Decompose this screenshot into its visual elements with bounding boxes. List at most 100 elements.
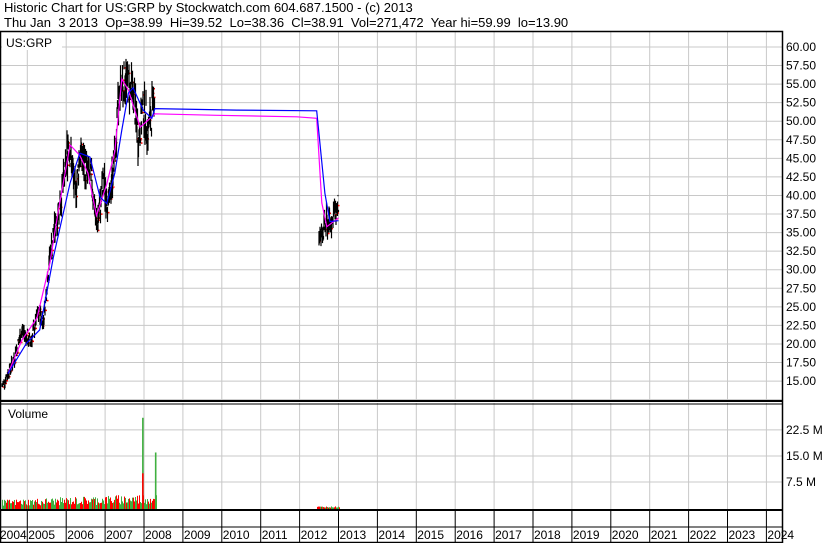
price-tick-label: 25.00 [786, 300, 816, 314]
year-label: 2014 [378, 528, 405, 542]
close-tick [338, 204, 340, 207]
volume-bar [29, 505, 30, 509]
volume-bar [333, 507, 334, 509]
volume-bar [120, 504, 121, 509]
volume-tick-label: 7.5 M [786, 475, 816, 489]
volume-bar [10, 503, 11, 509]
year-label: 2021 [651, 528, 678, 542]
volume-bar [123, 503, 124, 509]
volume-bar [82, 504, 83, 509]
volume-bar [102, 498, 103, 509]
volume-bar [106, 497, 107, 509]
volume-bar [50, 502, 51, 509]
volume-bar [12, 501, 13, 509]
volume-bar [16, 499, 17, 509]
volume-bar [6, 502, 7, 509]
volume-bar [68, 500, 69, 509]
volume-bar [63, 503, 64, 509]
volume-bar [317, 506, 318, 509]
volume-bar [42, 501, 43, 509]
volume-bar [127, 502, 128, 509]
volume-tick-label: 15.0 M [786, 449, 823, 463]
volume-bar [140, 502, 141, 509]
close-tick [47, 299, 49, 302]
volume-bar [90, 502, 91, 509]
volume-bar [103, 500, 104, 509]
volume-bar [14, 499, 15, 509]
price-tick-label: 40.00 [786, 188, 816, 202]
year-label: 2010 [223, 528, 250, 542]
volume-bar [138, 503, 139, 509]
volume-bar [318, 506, 319, 509]
volume-bar [33, 504, 34, 509]
volume-bar [64, 499, 65, 509]
axis-labels: 60.00 57.50 55.00 52.50 50.00 47.50 45.00 42.50… [0, 40, 823, 542]
volume-bar [94, 499, 95, 509]
volume-bar [81, 501, 82, 509]
volume-bar [101, 502, 102, 509]
volume-bar [95, 497, 96, 509]
volume-bar [122, 501, 123, 509]
volume-bar [118, 495, 119, 509]
volume-bar [55, 498, 56, 509]
close-tick [101, 213, 103, 215]
volume-bar [60, 497, 61, 509]
volume-bar [325, 507, 326, 509]
volume-bar [154, 499, 155, 509]
volume-bar [126, 502, 127, 509]
close-tick [91, 173, 93, 176]
volume-bar [70, 498, 71, 509]
volume-bar [329, 507, 330, 509]
volume-bar [41, 500, 42, 509]
volume-bar [335, 506, 336, 509]
volume-bar [121, 496, 122, 509]
volume-bar [91, 498, 92, 509]
volume-tick-label: 22.5 M [786, 423, 823, 437]
volume-bar [108, 495, 109, 509]
price-tick-label: 22.50 [786, 318, 816, 332]
year-label: 2023 [729, 528, 756, 542]
volume-bar [11, 503, 12, 509]
close-tick [45, 309, 47, 312]
volume-bar [49, 502, 50, 509]
price-tick-label: 60.00 [786, 40, 816, 54]
volume-bar [107, 503, 108, 509]
volume-bar [24, 501, 25, 509]
volume-bar [67, 499, 68, 509]
volume-bar [114, 499, 115, 509]
volume-bar [80, 502, 81, 509]
volume-bar [5, 500, 6, 509]
volume-bar [96, 504, 97, 509]
volume-bar [52, 498, 53, 509]
volume-bar [62, 498, 63, 509]
price-tick-label: 17.50 [786, 356, 816, 370]
volume-bar [88, 500, 89, 509]
volume-bar [73, 501, 74, 509]
volume-bar [75, 497, 76, 509]
price-tick-label: 30.00 [786, 263, 816, 277]
year-label: 2008 [145, 528, 172, 542]
volume-bar [59, 505, 60, 509]
volume-bar [27, 505, 28, 509]
volume-bar [30, 500, 31, 509]
price-tick-label: 57.50 [786, 59, 816, 73]
volume-bar [56, 502, 57, 509]
volume-bar [98, 502, 99, 509]
volume-bar [4, 499, 5, 509]
volume-bar [328, 507, 329, 509]
volume-bar [46, 498, 47, 509]
close-tick [32, 340, 34, 343]
volume-bar [17, 502, 18, 509]
volume-bar [53, 500, 54, 509]
year-label: 2007 [106, 528, 133, 542]
volume-bar [130, 500, 131, 509]
volume-bar [39, 504, 40, 509]
volume-bar [34, 501, 35, 509]
volume-bar [125, 497, 126, 509]
close-tick [52, 249, 54, 252]
volume-bar [139, 495, 140, 509]
volume-bar [332, 507, 333, 509]
volume-bar [99, 503, 100, 509]
volume-bar [31, 501, 32, 509]
volume-spike-down [142, 473, 144, 509]
